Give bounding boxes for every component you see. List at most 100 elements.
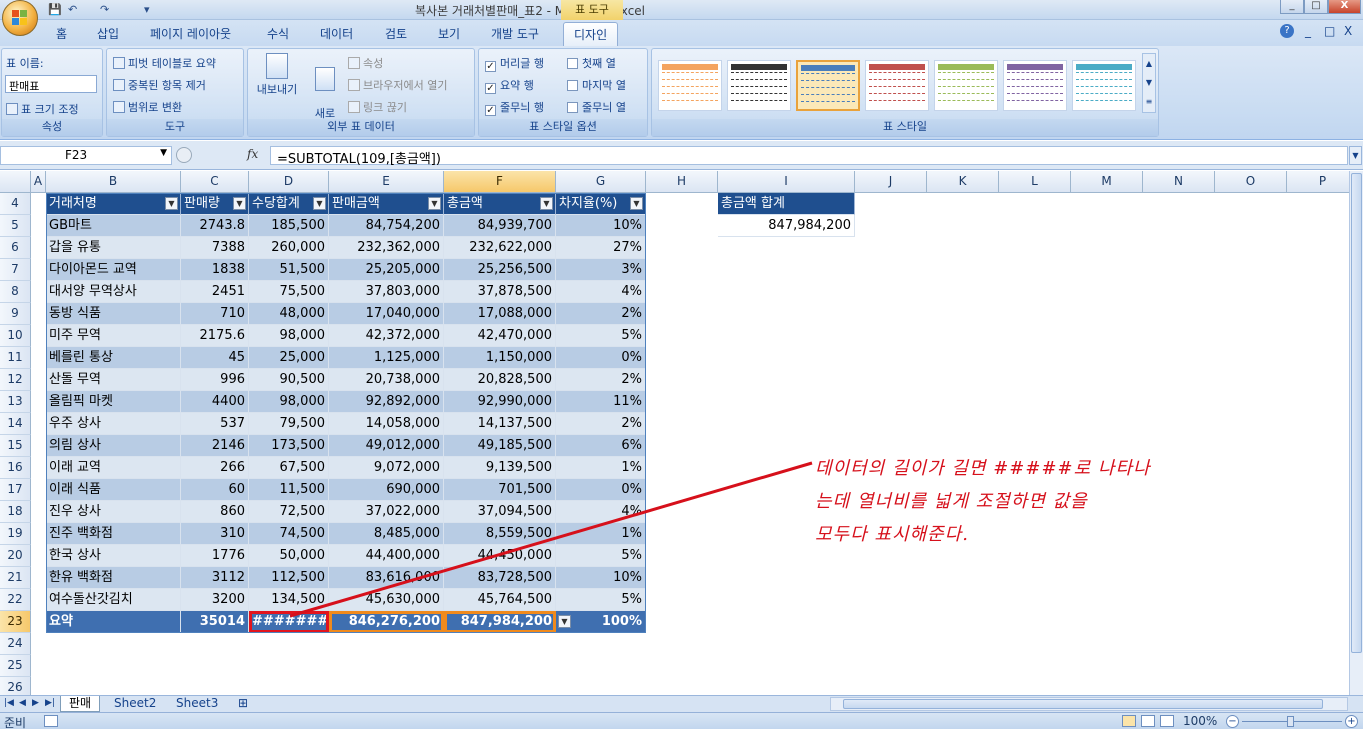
maximize-button[interactable]: □ [1304,0,1328,14]
row-header-26[interactable]: 26 [0,677,31,695]
formula-input[interactable]: =SUBTOTAL(109,[총금액]) [270,146,1348,167]
table-cell-value[interactable]: 84,939,700 [444,215,556,237]
undo-icon[interactable]: ↶ [68,3,77,16]
insert-sheet-icon[interactable]: ⊞ [232,696,254,712]
unlink-button[interactable]: 링크 끊기 [348,99,407,115]
table-cell-value[interactable]: 44,450,000 [444,545,556,567]
resize-table-button[interactable]: 표 크기 조정 [6,101,79,117]
row-header-12[interactable]: 12 [0,369,31,391]
name-box-dropdown-icon[interactable]: ▼ [160,148,167,158]
column-header-l[interactable]: L [999,171,1071,193]
column-header-p[interactable]: P [1287,171,1349,193]
table-cell-value[interactable]: 10% [556,567,646,589]
row-header-23[interactable]: 23 [0,611,31,633]
filter-dropdown-icon[interactable]: ▼ [165,197,178,210]
table-cell-value[interactable]: 20,828,500 [444,369,556,391]
row-header-25[interactable]: 25 [0,655,31,677]
table-cell-value[interactable]: 4% [556,281,646,303]
column-header-f[interactable]: F [444,171,556,193]
table-cell-value[interactable]: 266 [181,457,249,479]
table-cell-value[interactable]: 134,500 [249,589,329,611]
table-cell-value[interactable]: 5% [556,325,646,347]
table-cell-name[interactable]: 한유 백화점 [46,567,181,589]
export-button[interactable]: 내보내기 [254,53,300,97]
table-cell-value[interactable]: 90,500 [249,369,329,391]
table-cell-value[interactable]: 537 [181,413,249,435]
row-header-18[interactable]: 18 [0,501,31,523]
horizontal-scrollbar[interactable] [830,697,1348,711]
table-style-swatch[interactable] [658,60,722,111]
table-cell-name[interactable]: 갑을 유통 [46,237,181,259]
total-row-cell[interactable]: 846,276,200 [329,611,444,633]
remove-duplicates-button[interactable]: 중복된 항목 제거 [113,77,206,93]
table-header-cell[interactable]: 총금액 ▼ [444,193,556,215]
row-header-6[interactable]: 6 [0,237,31,259]
table-cell-value[interactable]: 9,139,500 [444,457,556,479]
filter-dropdown-icon[interactable]: ▼ [233,197,246,210]
table-cell-value[interactable]: 92,990,000 [444,391,556,413]
table-cell-value[interactable]: 5% [556,589,646,611]
hscroll-thumb[interactable] [843,699,1323,709]
table-cell-value[interactable]: 60 [181,479,249,501]
table-cell-value[interactable]: 260,000 [249,237,329,259]
filter-dropdown-icon[interactable]: ▼ [313,197,326,210]
table-cell-value[interactable]: 14,137,500 [444,413,556,435]
column-header-c[interactable]: C [181,171,249,193]
table-cell-value[interactable]: 92,892,000 [329,391,444,413]
worksheet-grid[interactable]: ABCDEFGHIJKLMNOP 4 5 6 7 8 9 10 11 12 13 14 15 16 17 1… [0,171,1349,695]
workbook-close-button[interactable]: X [1344,24,1352,38]
zoom-in-icon[interactable]: + [1345,715,1358,728]
table-cell-value[interactable]: 0% [556,479,646,501]
table-cell-value[interactable]: 0% [556,347,646,369]
table-cell-value[interactable]: 2451 [181,281,249,303]
table-cell-name[interactable]: 이래 식품 [46,479,181,501]
table-cell-value[interactable]: 37,803,000 [329,281,444,303]
total-row-cell[interactable]: 요약 [46,611,181,633]
tab-review[interactable]: 검토 [385,25,407,42]
table-style-swatch[interactable] [934,60,998,111]
table-cell-name[interactable]: 대서양 무역상사 [46,281,181,303]
table-cell-value[interactable]: 1,125,000 [329,347,444,369]
insert-function-icon[interactable]: fx [247,147,258,161]
table-cell-value[interactable]: 72,500 [249,501,329,523]
macro-record-icon[interactable] [44,715,58,727]
properties-button[interactable]: 속성 [348,55,383,71]
table-style-swatch[interactable] [865,60,929,111]
table-cell-value[interactable]: 185,500 [249,215,329,237]
table-cell-value[interactable]: 710 [181,303,249,325]
table-cell-value[interactable]: 4% [556,501,646,523]
pivot-summary-button[interactable]: 피벗 테이블로 요약 [113,55,216,71]
table-cell-value[interactable]: 75,500 [249,281,329,303]
total-function-dropdown-icon[interactable]: ▼ [558,615,571,628]
total-row-cell[interactable]: 35014 [181,611,249,633]
table-cell-value[interactable]: 1,150,000 [444,347,556,369]
row-header-9[interactable]: 9 [0,303,31,325]
column-header-e[interactable]: E [329,171,444,193]
row-header-24[interactable]: 24 [0,633,31,655]
qat-customize-icon[interactable]: ▾ [144,3,150,16]
table-cell-value[interactable]: 49,012,000 [329,435,444,457]
row-header-10[interactable]: 10 [0,325,31,347]
table-cell-value[interactable]: 79,500 [249,413,329,435]
table-cell-value[interactable]: 5% [556,545,646,567]
scroll-thumb[interactable] [1351,173,1362,653]
table-cell-value[interactable]: 173,500 [249,435,329,457]
normal-view-icon[interactable] [1122,715,1136,727]
active-cell-f23[interactable]: 847,984,200 [444,611,556,633]
opt-total-row[interactable]: ✓ 요약 행 [485,77,534,94]
formula-bar-expand-icon[interactable]: ▼ [1349,146,1362,165]
zoom-level[interactable]: 100% [1183,714,1217,728]
open-in-browser-button[interactable]: 브라우저에서 열기 [348,77,447,93]
table-cell-value[interactable]: 860 [181,501,249,523]
row-header-8[interactable]: 8 [0,281,31,303]
table-style-swatch[interactable] [1072,60,1136,111]
table-cell-value[interactable]: 1% [556,457,646,479]
column-header-d[interactable]: D [249,171,329,193]
sheet-tab-sheet2[interactable]: Sheet2 [106,696,164,712]
table-cell-value[interactable]: 8,485,000 [329,523,444,545]
table-cell-value[interactable]: 11% [556,391,646,413]
row-header-5[interactable]: 5 [0,215,31,237]
row-header-13[interactable]: 13 [0,391,31,413]
page-layout-view-icon[interactable] [1141,715,1155,727]
table-style-swatch[interactable] [796,60,860,111]
